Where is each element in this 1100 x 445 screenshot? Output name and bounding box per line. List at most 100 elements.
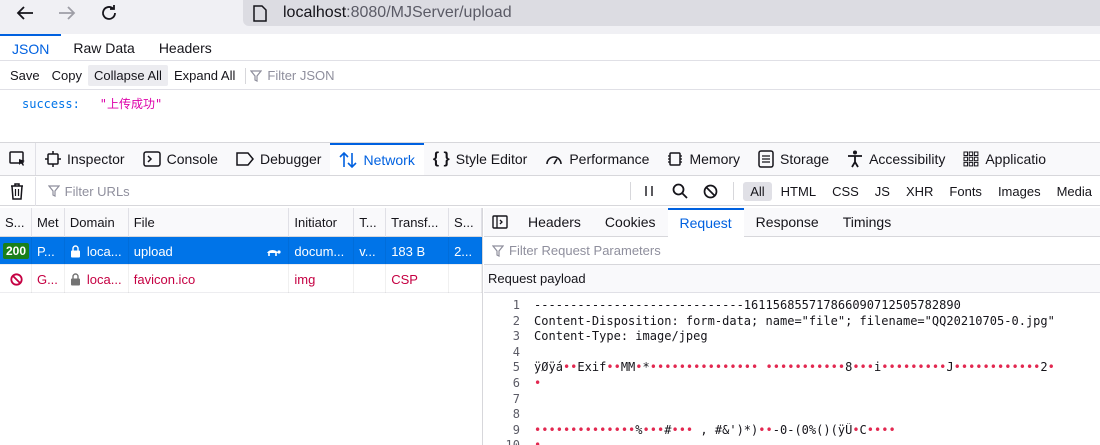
lock-icon <box>70 272 80 285</box>
pause-button[interactable] <box>639 185 659 197</box>
column-initiator[interactable]: Initiator <box>289 208 355 237</box>
tab-network[interactable]: Network <box>330 143 424 175</box>
lock-icon <box>70 244 80 257</box>
tab-request[interactable]: Request <box>667 207 744 237</box>
type-filter-css[interactable]: CSS <box>825 182 866 201</box>
tab-cookies[interactable]: Cookies <box>593 208 668 237</box>
type-filter-js[interactable]: JS <box>868 182 897 201</box>
search-button[interactable] <box>665 183 695 199</box>
line-number: 10 <box>484 438 534 445</box>
filter-params-placeholder: Filter Request Parameters <box>509 243 661 258</box>
tab-raw-data[interactable]: Raw Data <box>61 34 146 61</box>
back-button[interactable] <box>10 0 40 26</box>
tab-headers[interactable]: Headers <box>147 34 224 61</box>
filter-urls-input[interactable]: Filter URLs <box>36 184 623 199</box>
tab-label: Performance <box>569 151 650 167</box>
tab-storage[interactable]: Storage <box>749 143 838 175</box>
initiator-cell: docum... <box>289 237 355 265</box>
tab-response[interactable]: Response <box>744 208 831 237</box>
line-number: 2 <box>512 313 520 328</box>
code-line: 1 -----------------------------1611568557… <box>484 298 1100 314</box>
column-file[interactable]: File <box>129 208 290 237</box>
reload-button[interactable] <box>94 0 124 26</box>
line-number: 5 <box>512 360 520 375</box>
code-line: 3 Content-Type: image/jpeg <box>484 329 1100 345</box>
tab-inspector[interactable]: Inspector <box>36 143 134 175</box>
forward-button[interactable] <box>52 0 82 26</box>
tab-label: Debugger <box>259 151 322 167</box>
copy-button[interactable]: Copy <box>46 65 88 86</box>
status-badge: 200 <box>3 243 30 259</box>
sidebar-toggle-icon <box>492 215 508 229</box>
line-content: ••••••••••••••%•••#••• , #&')*)••-0-(0%(… <box>534 422 896 437</box>
clear-button[interactable] <box>0 176 36 206</box>
tab-label: Applicatio <box>985 151 1047 167</box>
block-button[interactable] <box>695 184 725 199</box>
filter-icon <box>47 185 60 197</box>
type-filter-fonts[interactable]: Fonts <box>942 182 989 201</box>
type-filter-images[interactable]: Images <box>991 182 1048 201</box>
table-row[interactable]: 200 P... loca... upload docum... v... 18… <box>0 237 482 265</box>
url-text: localhost:8080/MJServer/upload <box>283 4 512 22</box>
tab-console[interactable]: Console <box>134 143 227 175</box>
tab-label: Inspector <box>67 151 125 167</box>
block-icon <box>703 184 718 198</box>
collapse-all-button[interactable]: Collapse All <box>88 65 168 86</box>
type-filter-html[interactable]: HTML <box>774 182 823 201</box>
file-name: upload <box>133 243 173 259</box>
tab-debugger[interactable]: Debugger <box>227 143 331 175</box>
column-type[interactable]: T... <box>354 208 387 237</box>
requests-table: S... Met Domain File Initiator T... Tran… <box>0 208 483 445</box>
network-toolbar: Filter URLs All HTML CSS JS XHR Fonts Im… <box>0 176 1100 206</box>
filter-icon <box>492 244 504 257</box>
line-content: Content-Type: image/jpeg <box>534 329 708 344</box>
url-bar[interactable]: localhost:8080/MJServer/upload <box>243 0 1100 26</box>
column-status[interactable]: S... <box>0 208 32 237</box>
element-picker-button[interactable] <box>0 143 36 175</box>
column-size[interactable]: S... <box>449 208 482 237</box>
accessibility-icon <box>847 150 863 168</box>
table-row[interactable]: G... loca... favicon.ico img CSP <box>0 265 482 293</box>
type-filter-all[interactable]: All <box>743 181 772 201</box>
tab-memory[interactable]: Memory <box>658 143 749 175</box>
tab-headers[interactable]: Headers <box>516 208 593 237</box>
filter-json-placeholder: Filter JSON <box>267 68 335 83</box>
turtle-icon <box>267 249 281 256</box>
tab-json[interactable]: JSON <box>0 34 62 61</box>
line-number: 7 <box>512 391 520 406</box>
payload-section-title[interactable]: Request payload <box>484 265 1100 293</box>
type-filter-media[interactable]: Media <box>1050 182 1099 201</box>
type-cell: v... <box>354 237 387 265</box>
file-cell: favicon.ico <box>129 265 290 293</box>
filter-urls-placeholder: Filter URLs <box>64 183 130 199</box>
column-domain[interactable]: Domain <box>65 208 129 237</box>
status-cell: 200 <box>0 237 32 265</box>
line-content: • <box>534 375 542 390</box>
tab-performance[interactable]: Performance <box>536 143 658 175</box>
column-method[interactable]: Met <box>32 208 65 237</box>
tab-accessibility[interactable]: Accessibility <box>838 143 954 175</box>
expand-all-button[interactable]: Expand All <box>168 65 241 86</box>
column-transferred[interactable]: Transf... <box>386 208 450 237</box>
trash-icon <box>11 182 24 200</box>
code-line: 10• <box>484 438 1100 445</box>
tab-application[interactable]: Applicatio <box>954 143 1055 175</box>
search-icon <box>672 183 688 199</box>
json-key: success: <box>22 97 80 111</box>
line-content: • <box>534 438 541 445</box>
type-filter-xhr[interactable]: XHR <box>899 182 940 201</box>
browser-toolbar: localhost:8080/MJServer/upload <box>0 0 1100 34</box>
tab-style-editor[interactable]: { } Style Editor <box>424 143 537 175</box>
payload-code-view: 1 -----------------------------1611568557… <box>484 298 1100 445</box>
table-header: S... Met Domain File Initiator T... Tran… <box>0 208 482 237</box>
filter-params-input[interactable]: Filter Request Parameters <box>484 237 1100 265</box>
tab-timings[interactable]: Timings <box>831 208 904 237</box>
filter-json-input[interactable]: Filter JSON <box>250 68 335 83</box>
toolbar-divider <box>245 67 247 84</box>
toggle-sidebar-button[interactable] <box>484 208 516 237</box>
tab-label: Memory <box>689 151 741 167</box>
transferred-cell: 183 B <box>386 237 450 265</box>
save-button[interactable]: Save <box>4 65 46 86</box>
gauge-icon <box>545 151 563 167</box>
network-icon <box>339 151 358 169</box>
